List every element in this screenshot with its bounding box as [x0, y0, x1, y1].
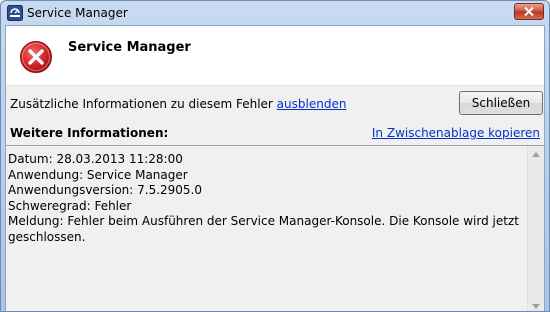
scroll-down-button[interactable] [528, 298, 544, 311]
arrow-down-icon [532, 304, 540, 309]
hide-details-link[interactable]: ausblenden [277, 97, 347, 111]
arrow-up-icon [532, 152, 540, 157]
copy-to-clipboard-link[interactable]: In Zwischenablage kopieren [372, 126, 540, 140]
dialog-body: Service Manager Zusätzliche Informatione… [5, 25, 545, 311]
title-bar[interactable]: Service Manager [1, 1, 549, 25]
close-button[interactable]: Schließen [459, 91, 543, 115]
message-header: Service Manager [6, 26, 544, 86]
details-textbox[interactable]: Datum: 28.03.2013 11:28:00 Anwendung: Se… [6, 145, 544, 311]
details-heading: Weitere Informationen: [10, 126, 169, 140]
error-icon [19, 40, 53, 74]
vertical-scrollbar[interactable] [527, 146, 544, 311]
scroll-up-button[interactable] [528, 146, 544, 163]
window-close-button[interactable] [514, 3, 544, 20]
window-title: Service Manager [27, 6, 128, 20]
additional-info-line: Zusätzliche Informationen zu diesem Fehl… [10, 97, 346, 111]
message-title: Service Manager [68, 40, 191, 55]
service-manager-icon [7, 5, 23, 21]
dialog-window: Service Manager Service Manager Zusätzli… [0, 0, 550, 312]
details-text: Datum: 28.03.2013 11:28:00 Anwendung: Se… [8, 152, 519, 244]
close-icon [524, 7, 534, 16]
additional-info-text: Zusätzliche Informationen zu diesem Fehl… [10, 97, 277, 111]
